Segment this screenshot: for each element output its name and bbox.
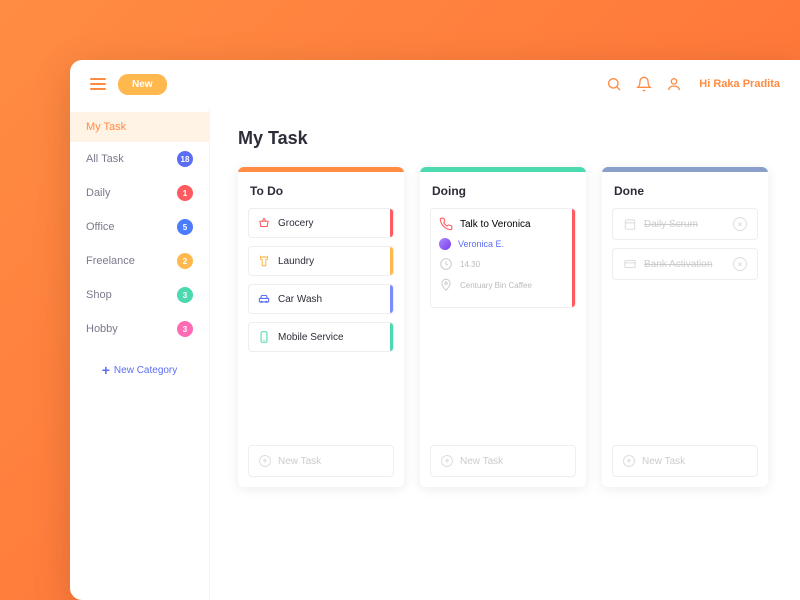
column-body: Daily Scrum × Bank Activation ×: [602, 208, 768, 435]
close-icon[interactable]: ×: [733, 217, 747, 231]
plus-icon: +: [102, 362, 110, 378]
plus-circle-icon: +: [623, 455, 635, 467]
main: My Task All Task 18 Daily 1 Office 5 Freela…: [70, 108, 800, 600]
sidebar-item-office[interactable]: Office 5: [70, 210, 209, 244]
app-window: New Hi Raka Pradita My Task All Task 18 D…: [70, 60, 800, 600]
new-button[interactable]: New: [118, 74, 167, 95]
kanban-board: To Do Grocery Laundry: [238, 167, 772, 487]
count-badge: 2: [177, 253, 193, 269]
card-stripe: [390, 285, 393, 313]
new-task-label: New Task: [460, 456, 503, 467]
column-todo: To Do Grocery Laundry: [238, 167, 404, 487]
column-title: Done: [602, 172, 768, 208]
column-done: Done Daily Scrum × Bank Activation ×: [602, 167, 768, 487]
sidebar-item-label: Hobby: [86, 323, 118, 335]
plus-circle-icon: +: [259, 455, 271, 467]
bell-icon[interactable]: [635, 75, 653, 93]
new-category-button[interactable]: + New Category: [70, 346, 209, 394]
shirt-icon: [257, 254, 271, 268]
column-title: Doing: [420, 172, 586, 208]
task-label: Grocery: [278, 218, 314, 229]
greeting-text: Hi Raka Pradita: [699, 78, 780, 90]
card-icon: [623, 257, 637, 271]
task-card-expanded[interactable]: Talk to Veronica Veronica E. 14.30 Centu…: [430, 208, 576, 308]
sidebar-item-label: My Task: [86, 121, 126, 133]
location-icon: [439, 278, 453, 292]
task-label: Laundry: [278, 256, 314, 267]
new-category-label: New Category: [114, 365, 177, 376]
task-card[interactable]: Car Wash: [248, 284, 394, 314]
card-stripe: [572, 209, 575, 307]
sidebar-item-hobby[interactable]: Hobby 3: [70, 312, 209, 346]
sidebar-item-freelance[interactable]: Freelance 2: [70, 244, 209, 278]
count-badge: 1: [177, 185, 193, 201]
page-title: My Task: [238, 128, 772, 149]
task-label: Bank Activation: [644, 259, 726, 270]
task-label: Car Wash: [278, 294, 322, 305]
time-label: 14.30: [460, 260, 480, 269]
task-card-done[interactable]: Daily Scrum ×: [612, 208, 758, 240]
new-task-button[interactable]: + New Task: [430, 445, 576, 477]
calendar-icon: [623, 217, 637, 231]
new-task-button[interactable]: + New Task: [248, 445, 394, 477]
count-badge: 3: [177, 287, 193, 303]
card-stripe: [390, 247, 393, 275]
task-card-done[interactable]: Bank Activation ×: [612, 248, 758, 280]
task-card[interactable]: Mobile Service: [248, 322, 394, 352]
column-body: Talk to Veronica Veronica E. 14.30 Centu…: [420, 208, 586, 435]
location-label: Centuary Bin Caffee: [460, 281, 532, 290]
content: My Task To Do Grocery Laundry: [210, 108, 800, 600]
clock-icon: [439, 257, 453, 271]
plus-circle-icon: +: [441, 455, 453, 467]
task-label: Daily Scrum: [644, 219, 726, 230]
task-card[interactable]: Grocery: [248, 208, 394, 238]
sidebar-item-label: Shop: [86, 289, 112, 301]
task-label: Talk to Veronica: [460, 219, 531, 230]
call-icon: [439, 217, 453, 231]
task-card[interactable]: Laundry: [248, 246, 394, 276]
count-badge: 3: [177, 321, 193, 337]
car-icon: [257, 292, 271, 306]
column-body: Grocery Laundry Car Wash: [238, 208, 404, 435]
sidebar-item-label: Freelance: [86, 255, 135, 267]
user-icon[interactable]: [665, 75, 683, 93]
new-task-button[interactable]: + New Task: [612, 445, 758, 477]
card-stripe: [390, 323, 393, 351]
sidebar: My Task All Task 18 Daily 1 Office 5 Freela…: [70, 108, 210, 600]
phone-icon: [257, 330, 271, 344]
sidebar-item-label: Daily: [86, 187, 110, 199]
person-label: Veronica E.: [458, 239, 504, 249]
topbar: New Hi Raka Pradita: [70, 60, 800, 108]
sidebar-item-shop[interactable]: Shop 3: [70, 278, 209, 312]
new-task-label: New Task: [642, 456, 685, 467]
sidebar-item-all-task[interactable]: All Task 18: [70, 142, 209, 176]
sidebar-item-my-task[interactable]: My Task: [70, 112, 209, 142]
menu-icon[interactable]: [90, 78, 106, 90]
task-label: Mobile Service: [278, 332, 344, 343]
new-task-label: New Task: [278, 456, 321, 467]
basket-icon: [257, 216, 271, 230]
column-doing: Doing Talk to Veronica Veronica E. 14.30…: [420, 167, 586, 487]
search-icon[interactable]: [605, 75, 623, 93]
sidebar-item-label: All Task: [86, 153, 124, 165]
sidebar-item-daily[interactable]: Daily 1: [70, 176, 209, 210]
sidebar-item-label: Office: [86, 221, 115, 233]
count-badge: 5: [177, 219, 193, 235]
close-icon[interactable]: ×: [733, 257, 747, 271]
count-badge: 18: [177, 151, 193, 167]
column-title: To Do: [238, 172, 404, 208]
avatar: [439, 238, 451, 250]
card-stripe: [390, 209, 393, 237]
